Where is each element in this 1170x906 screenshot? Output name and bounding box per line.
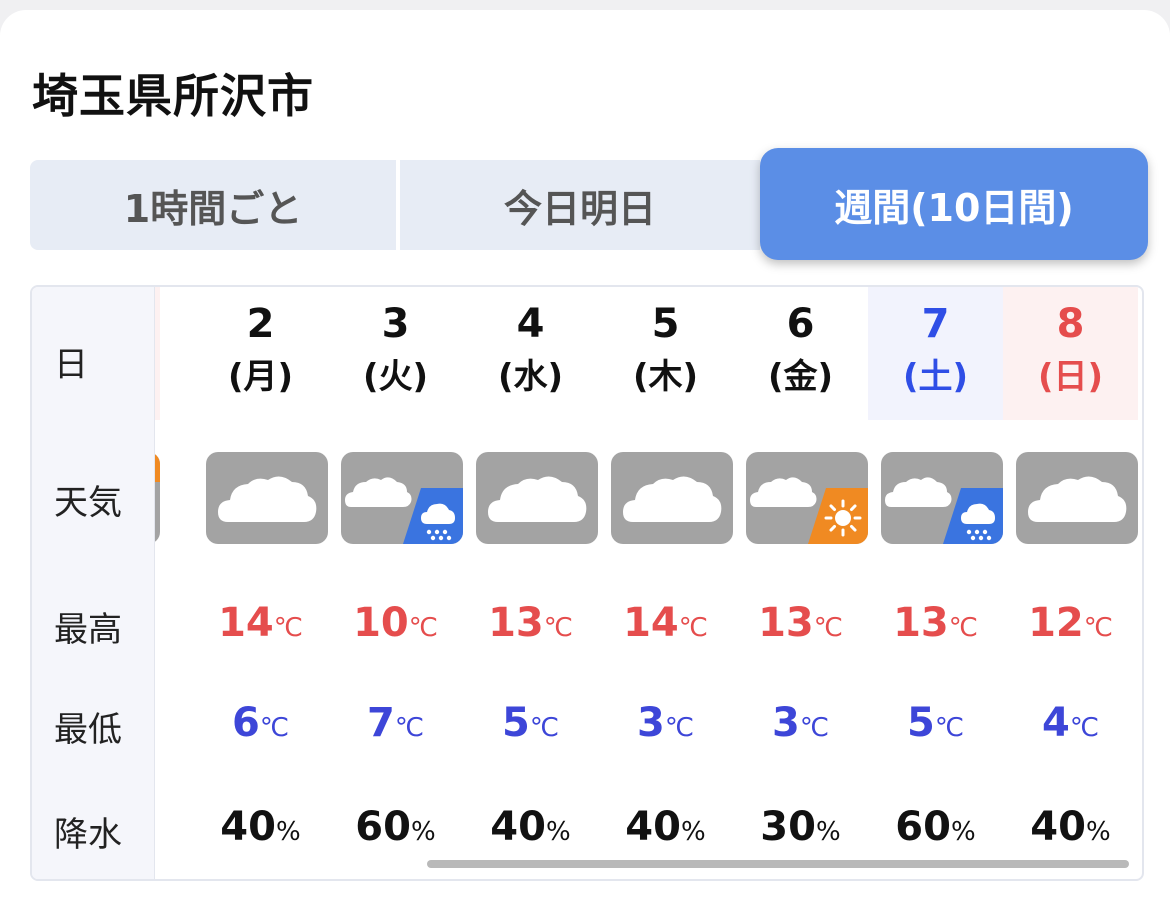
row-label-high: 最高 — [54, 610, 122, 650]
day-date: 5 — [651, 301, 680, 347]
day-of-week: (土) — [902, 357, 969, 397]
high-temp: 14℃ — [218, 600, 303, 646]
low-temp: 7℃ — [366, 700, 425, 746]
low-temp: 3℃ — [771, 700, 830, 746]
row-label-low: 最低 — [54, 710, 122, 750]
day-date: 2 — [246, 301, 275, 347]
day-date: 4 — [516, 301, 545, 347]
tab-today-tomorrow[interactable]: 今日明日 — [400, 160, 760, 250]
row-label-rain: 降水 — [54, 815, 122, 855]
cloudy-icon — [476, 452, 598, 544]
location-title: 埼玉県所沢市 — [32, 69, 314, 123]
day-of-week: (火) — [362, 357, 429, 397]
low-temp: 4℃ — [1041, 700, 1100, 746]
cloudy-then-rain-icon — [881, 452, 1003, 544]
day-of-week: (水) — [497, 357, 564, 397]
cloudy-icon — [1016, 452, 1138, 544]
row-label-weather: 天気 — [54, 483, 122, 523]
high-temp: 12℃ — [1028, 600, 1113, 646]
high-temp: 10℃ — [353, 600, 438, 646]
day-of-week: (金) — [767, 357, 834, 397]
high-temp: 14℃ — [623, 600, 708, 646]
day-column: 5 (木) 14℃ 3℃ 40% — [598, 287, 733, 879]
forecast-table[interactable]: 日 天気 最高 最低 降水 ) c : % 2(月)14℃6℃40%3(火)10… — [30, 285, 1144, 881]
tab-weekly[interactable]: 週間(10日間) — [760, 148, 1148, 260]
horizontal-scrollbar[interactable] — [427, 860, 1129, 868]
day-column: 7 (土) 13℃ 5℃ 60% — [868, 287, 1003, 879]
rain-chance: 40% — [490, 804, 571, 850]
day-date: 6 — [786, 301, 815, 347]
day-column: 2 (月) 14℃ 6℃ 40% — [193, 287, 328, 879]
rain-chance: 60% — [895, 804, 976, 850]
rain-chance: 30% — [760, 804, 841, 850]
day-of-week: (日) — [1037, 357, 1104, 397]
high-temp: 13℃ — [488, 600, 573, 646]
day-of-week: (月) — [227, 357, 294, 397]
tab-hourly[interactable]: 1時間ごと — [30, 160, 396, 250]
day-date: 8 — [1056, 301, 1085, 347]
day-column: 4 (水) 13℃ 5℃ 40% — [463, 287, 598, 879]
cloudy-icon — [206, 452, 328, 544]
day-date: 7 — [921, 301, 950, 347]
rain-chance: 60% — [355, 804, 436, 850]
day-date: 3 — [381, 301, 410, 347]
day-column: 3 (火) 10℃ 7℃ 60% — [328, 287, 463, 879]
rain-chance: 40% — [1030, 804, 1111, 850]
day-of-week: (木) — [632, 357, 699, 397]
row-labels: 日 天気 最高 最低 降水 — [32, 287, 155, 879]
low-temp: 5℃ — [501, 700, 560, 746]
rain-chance: 40% — [625, 804, 706, 850]
row-label-day: 日 — [54, 345, 88, 385]
cloudy-icon — [611, 452, 733, 544]
rain-chance: 40% — [220, 804, 301, 850]
high-temp: 13℃ — [893, 600, 978, 646]
high-temp: 13℃ — [758, 600, 843, 646]
cloudy-then-rain-icon — [341, 452, 463, 544]
low-temp: 6℃ — [231, 700, 290, 746]
day-column: 6 (金) 13℃ 3℃ 30% — [733, 287, 868, 879]
cloudy-then-sunny-icon — [746, 452, 868, 544]
low-temp: 3℃ — [636, 700, 695, 746]
day-column: 8 (日) 12℃ 4℃ 40% — [1003, 287, 1138, 879]
low-temp: 5℃ — [906, 700, 965, 746]
